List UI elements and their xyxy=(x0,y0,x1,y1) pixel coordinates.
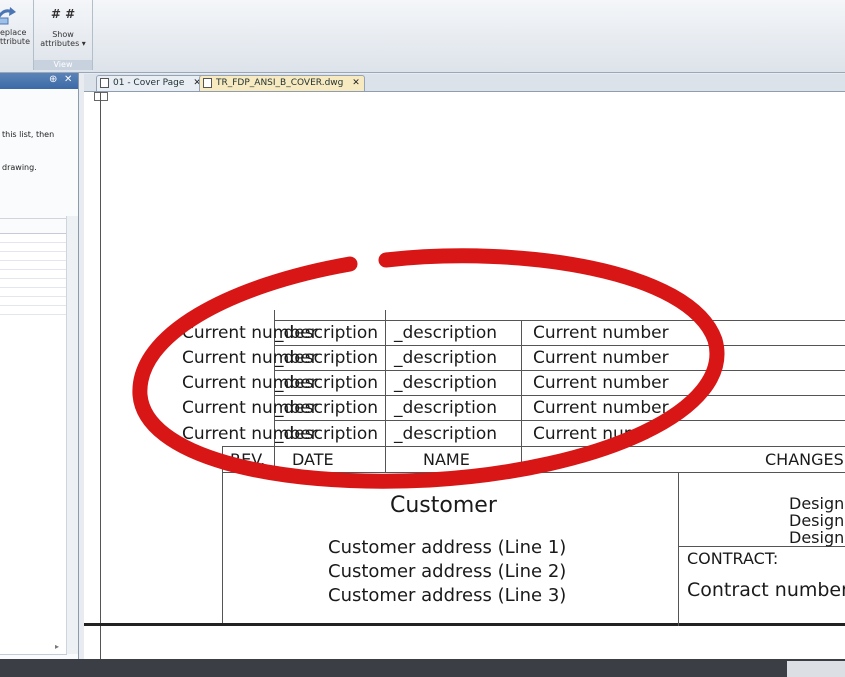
list-item[interactable] xyxy=(0,288,66,297)
list-item[interactable] xyxy=(0,234,66,243)
rev-col-line xyxy=(222,446,223,623)
drawing-canvas[interactable]: Current number _description _description… xyxy=(84,92,845,659)
rev-row-5-changes: Current numb xyxy=(533,424,652,444)
rev-header-name: NAME xyxy=(423,450,470,469)
list-item[interactable] xyxy=(0,252,66,261)
list-item[interactable] xyxy=(0,306,66,315)
show-label-line1: Show xyxy=(52,30,74,39)
replace-attribute-button[interactable]: eplace ttribute xyxy=(0,2,31,46)
rev-table-top-line xyxy=(274,320,845,321)
design-label-1: Design xyxy=(789,494,845,513)
rev-header-changes: CHANGES xyxy=(765,450,844,469)
tab-drawing-file-label: TR_FDP_ANSI_B_COVER.dwg xyxy=(216,78,344,88)
rev-table-line xyxy=(222,446,845,447)
ribbon-group-attributes: eplace ttribute xyxy=(0,0,34,70)
close-icon[interactable]: ✕ xyxy=(64,74,72,85)
list-item[interactable] xyxy=(0,243,66,252)
left-panel: ⊕ ✕ this list, then drawing. ▸ xyxy=(0,73,79,659)
replace-attribute-icon xyxy=(0,7,16,25)
show-attributes-button[interactable]: # # Show attributes ▾ xyxy=(36,2,90,48)
customer-address-line1: Customer address (Line 1) xyxy=(328,537,567,558)
rev-row-4-name: _description xyxy=(394,398,498,418)
customer-address-line2: Customer address (Line 2) xyxy=(328,561,567,582)
replace-label-line1: eplace xyxy=(0,28,27,37)
rev-row-1-name: _description xyxy=(394,323,498,343)
contract-number: Contract number xyxy=(687,579,845,601)
view-group-caption: View xyxy=(34,60,92,70)
status-bar-panel xyxy=(787,661,845,677)
design-label-2: Design xyxy=(789,511,845,530)
tab-drawing-file[interactable]: TR_FDP_ANSI_B_COVER.dwg ✕ xyxy=(199,75,365,91)
panel-divider xyxy=(0,218,66,219)
pin-icon[interactable]: ⊕ xyxy=(49,74,57,85)
title-block-divider xyxy=(678,472,679,626)
frame-bottom-line xyxy=(84,623,845,626)
rev-row-1-date: _description xyxy=(275,323,379,343)
customer-address-line3: Customer address (Line 3) xyxy=(328,585,567,606)
status-bar xyxy=(0,659,845,677)
frame-left-line xyxy=(100,92,101,659)
rev-row-2-date: _description xyxy=(275,348,379,368)
panel-scrollbar[interactable]: ▸ xyxy=(55,216,78,654)
tab-cover-page[interactable]: 01 - Cover Page ✕ xyxy=(96,75,206,91)
rev-table-line xyxy=(274,345,845,346)
rev-header-rev: REV. xyxy=(230,450,266,469)
rev-table-line xyxy=(274,370,845,371)
rev-row-1-changes: Current number xyxy=(533,323,669,343)
rev-row-3-changes: Current number xyxy=(533,373,669,393)
show-label-line2: attributes ▾ xyxy=(40,39,86,48)
scroll-right-icon[interactable]: ▸ xyxy=(55,642,59,651)
rev-row-5-name: _description xyxy=(394,424,498,444)
rev-row-2-name: _description xyxy=(394,348,498,368)
panel-instructions-line2: drawing. xyxy=(2,163,37,172)
rev-row-4-date: _description xyxy=(275,398,379,418)
list-item[interactable] xyxy=(0,270,66,279)
dwg-file-icon xyxy=(203,78,212,88)
hash-icon: # # xyxy=(50,7,76,21)
corner-marker xyxy=(94,92,108,101)
rev-row-2-changes: Current number xyxy=(533,348,669,368)
panel-titlebar: ⊕ ✕ xyxy=(0,73,78,89)
rev-row-4-changes: Current number xyxy=(533,398,669,418)
ribbon: eplace ttribute # # Show attributes ▾ Vi… xyxy=(0,0,845,73)
rev-row-3-name: _description xyxy=(394,373,498,393)
customer-name: Customer xyxy=(390,493,497,518)
attribute-list[interactable] xyxy=(0,233,67,655)
rev-table-line xyxy=(274,395,845,396)
list-item[interactable] xyxy=(0,279,66,288)
tab-cover-page-label: 01 - Cover Page xyxy=(113,78,185,88)
design-label-3: Design xyxy=(789,528,845,547)
rev-col-line xyxy=(385,310,386,472)
panel-instructions-line1: this list, then xyxy=(2,130,55,139)
replace-label-line2: ttribute xyxy=(0,37,30,46)
rev-table-header-line xyxy=(222,472,845,473)
rev-row-5-date: _description xyxy=(275,424,379,444)
contract-label: CONTRACT: xyxy=(687,549,779,568)
rev-header-date: DATE xyxy=(292,450,334,469)
rev-row-3-date: _description xyxy=(275,373,379,393)
rev-col-line xyxy=(521,320,522,472)
document-tabs: 01 - Cover Page ✕ TR_FDP_ANSI_B_COVER.dw… xyxy=(84,74,845,92)
rev-table-line xyxy=(274,420,845,421)
ribbon-group-view: # # Show attributes ▾ View xyxy=(34,0,93,70)
list-item[interactable] xyxy=(0,261,66,270)
tab-close-icon[interactable]: ✕ xyxy=(352,78,360,88)
layout-icon xyxy=(100,78,109,88)
list-item[interactable] xyxy=(0,297,66,306)
